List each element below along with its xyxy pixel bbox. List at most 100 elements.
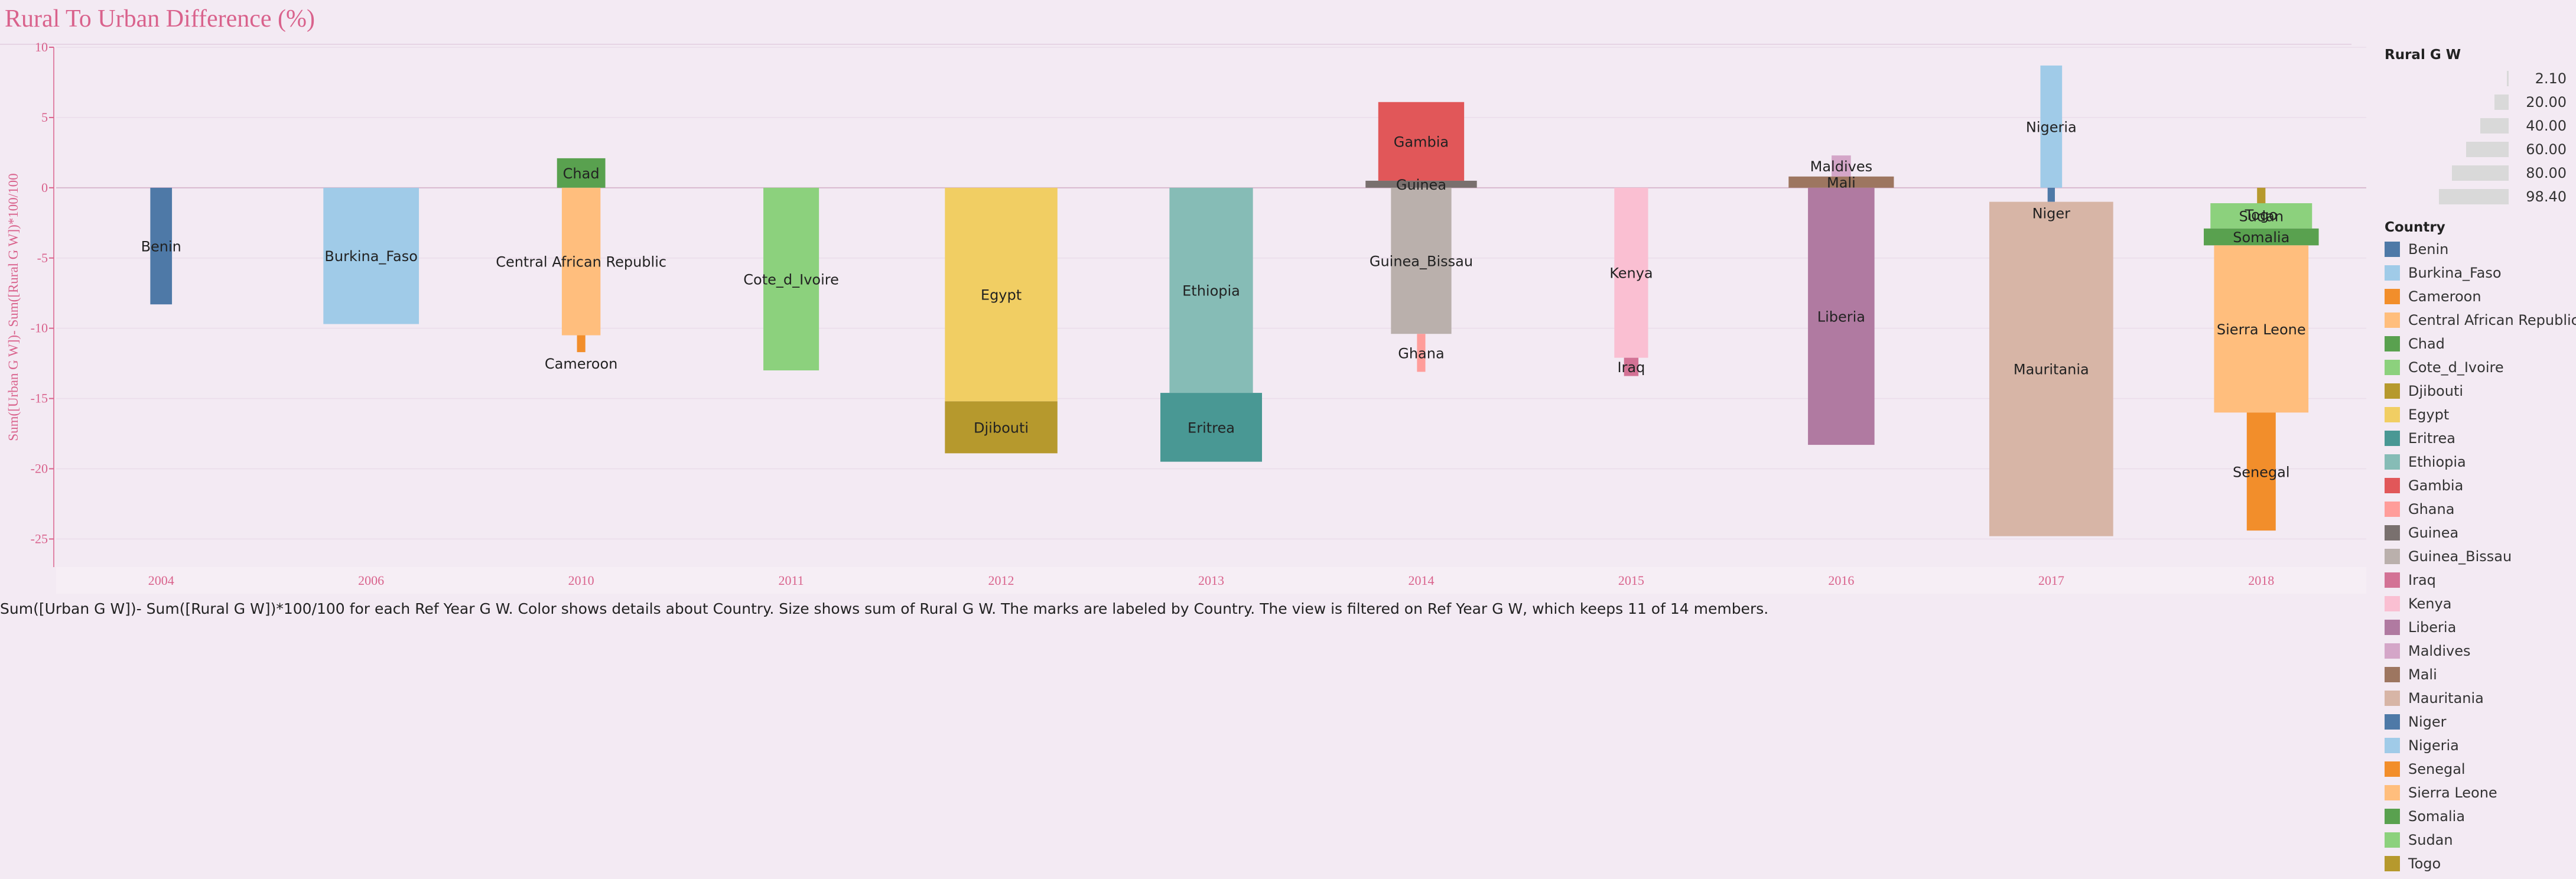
color-legend-label: Burkina_Faso [2408, 265, 2502, 281]
color-legend-item[interactable]: Sierra Leone [2385, 781, 2574, 805]
color-legend-label: Senegal [2408, 761, 2466, 777]
color-swatch [2385, 809, 2400, 824]
y-tick-label: 5 [41, 110, 48, 125]
color-legend-item[interactable]: Gambia [2385, 474, 2574, 497]
color-swatch [2385, 454, 2400, 470]
size-legend-bar [2452, 165, 2509, 181]
color-legend-label: Gambia [2408, 477, 2464, 494]
color-legend-label: Niger [2408, 714, 2447, 730]
color-swatch [2385, 549, 2400, 564]
color-legend: Benin Burkina_Faso Cameroon Central African… [2385, 237, 2576, 875]
bar-label: Senegal [2233, 464, 2290, 480]
color-legend-item[interactable]: Ghana [2385, 497, 2574, 521]
color-legend-item[interactable]: Liberia [2385, 616, 2574, 639]
color-swatch [2385, 525, 2400, 541]
chart-plot[interactable]: 10 5 0 -5 -10 -15 -20 -25 Sum([Urban G W])- Sum(… [0, 0, 2381, 597]
x-tick-label: 2013 [1198, 573, 1224, 588]
color-legend-item[interactable]: Mali [2385, 663, 2574, 686]
color-legend-item[interactable]: Guinea_Bissau [2385, 545, 2574, 568]
color-swatch [2385, 572, 2400, 588]
bar-label: Nigeria [2026, 119, 2077, 135]
size-legend-bar [2480, 118, 2509, 134]
x-tick-label: 2011 [778, 573, 804, 588]
color-legend-label: Djibouti [2408, 383, 2464, 399]
color-legend-item[interactable]: Egypt [2385, 403, 2574, 427]
color-legend-label: Guinea_Bissau [2408, 548, 2512, 565]
bar-label: Burkina_Faso [324, 248, 418, 265]
color-legend-item[interactable]: Togo [2385, 852, 2574, 875]
color-legend-item[interactable]: Kenya [2385, 592, 2574, 616]
color-legend-label: Central African Republic [2408, 312, 2576, 328]
color-legend-item[interactable]: Burkina_Faso [2385, 261, 2574, 285]
color-legend-item[interactable]: Somalia [2385, 805, 2574, 828]
color-swatch [2385, 761, 2400, 777]
color-legend-item[interactable]: Guinea [2385, 521, 2574, 545]
bar-label: Mali [1827, 174, 1856, 191]
color-legend-label: Eritrea [2408, 430, 2455, 447]
size-legend: 2.10 20.00 40.00 60.00 80.00 98.40 [2385, 66, 2574, 208]
color-legend-label: Sierra Leone [2408, 784, 2497, 801]
color-legend-label: Egypt [2408, 406, 2450, 423]
color-legend-label: Nigeria [2408, 737, 2459, 754]
color-swatch [2385, 360, 2400, 375]
y-tick-label: -25 [31, 531, 48, 546]
x-tick-label: 2015 [1618, 573, 1644, 588]
bar-label: Iraq [1617, 359, 1645, 376]
color-legend-item[interactable]: Benin [2385, 237, 2574, 261]
color-legend-item[interactable]: Iraq [2385, 568, 2574, 592]
bar-label: Ghana [1398, 345, 1444, 362]
color-swatch [2385, 643, 2400, 659]
color-legend-label: Kenya [2408, 595, 2452, 612]
color-swatch [2385, 667, 2400, 682]
color-legend-label: Ghana [2408, 501, 2455, 517]
y-tick-label: -5 [37, 250, 48, 265]
color-legend-item[interactable]: Cote_d_Ivoire [2385, 356, 2574, 379]
color-legend-label: Liberia [2408, 619, 2457, 636]
color-legend-label: Ethiopia [2408, 454, 2466, 470]
color-swatch [2385, 856, 2400, 871]
color-legend-item[interactable]: Chad [2385, 332, 2574, 356]
color-legend-label: Togo [2408, 855, 2441, 872]
color-legend-label: Mauritania [2408, 690, 2484, 707]
color-legend-item[interactable]: Niger [2385, 710, 2574, 734]
color-swatch [2385, 407, 2400, 422]
color-swatch [2385, 714, 2400, 730]
bar-label: Ethiopia [1182, 282, 1240, 299]
color-swatch [2385, 265, 2400, 281]
bar-label: Cameroon [545, 356, 618, 372]
color-legend-item[interactable]: Maldives [2385, 639, 2574, 663]
color-legend-item[interactable]: Mauritania [2385, 686, 2574, 710]
x-tick-label: 2012 [988, 573, 1014, 588]
size-legend-bar [2507, 71, 2509, 86]
color-legend-item[interactable]: Djibouti [2385, 379, 2574, 403]
bar-niger[interactable] [2047, 187, 2055, 202]
color-swatch [2385, 502, 2400, 517]
x-tick-label: 2018 [2248, 573, 2274, 588]
bar-label: Benin [141, 239, 181, 255]
color-legend-item[interactable]: Sudan [2385, 828, 2574, 852]
size-legend-value: 2.10 [2535, 70, 2567, 87]
bar-togo[interactable] [2257, 187, 2266, 203]
color-legend-item[interactable]: Senegal [2385, 757, 2574, 781]
bar-label: Sudan [2239, 208, 2284, 224]
color-swatch [2385, 596, 2400, 611]
color-legend-item[interactable]: Nigeria [2385, 734, 2574, 757]
color-legend-item[interactable]: Eritrea [2385, 427, 2574, 450]
color-legend-item[interactable]: Ethiopia [2385, 450, 2574, 474]
bar-label: Sierra Leone [2217, 321, 2306, 338]
x-tick-label: 2004 [148, 573, 174, 588]
bar-cameroon[interactable] [577, 335, 586, 353]
bar-label: Central African Republic [496, 254, 666, 271]
y-axis-title: Sum([Urban G W])- Sum([Rural G W])*100/1… [6, 173, 21, 441]
color-legend-label: Mali [2408, 666, 2437, 683]
x-tick-label: 2017 [2038, 573, 2064, 588]
color-legend-item[interactable]: Central African Republic [2385, 308, 2576, 332]
y-tick-label: -20 [31, 461, 48, 476]
color-legend-label: Cote_d_Ivoire [2408, 359, 2504, 376]
bar-label: Eritrea [1188, 419, 1235, 436]
x-tick-label: 2016 [1828, 573, 1854, 588]
bar-label: Niger [2032, 206, 2071, 222]
color-swatch [2385, 289, 2400, 304]
size-legend-item: 80.00 [2385, 161, 2574, 184]
color-legend-item[interactable]: Cameroon [2385, 285, 2574, 308]
